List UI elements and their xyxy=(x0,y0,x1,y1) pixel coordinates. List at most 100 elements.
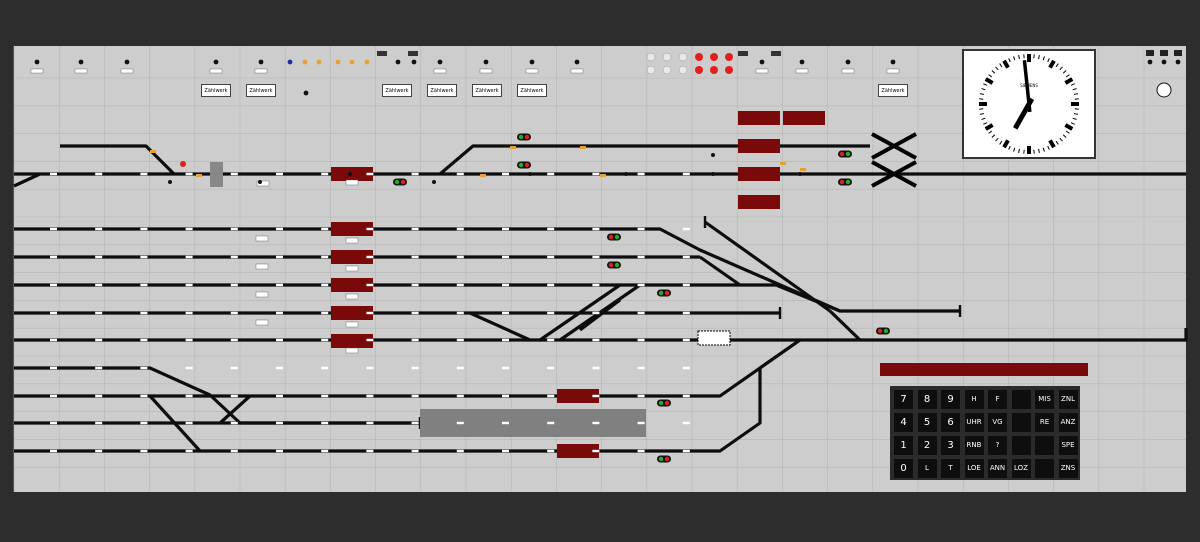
clock-tick xyxy=(1073,93,1079,95)
keypad-key[interactable]: L xyxy=(917,459,937,478)
indicator-label-plate xyxy=(886,68,900,74)
keypad-key[interactable]: SPE xyxy=(1058,436,1078,455)
signal-icon[interactable] xyxy=(876,327,890,335)
signal-icon[interactable] xyxy=(657,399,671,407)
keypad-key[interactable]: UHR xyxy=(964,413,984,432)
indicator-label-plate xyxy=(755,68,769,74)
track-joint xyxy=(411,311,419,315)
signal-icon[interactable] xyxy=(838,150,852,158)
track-joint xyxy=(140,338,148,342)
track-joint xyxy=(411,172,419,176)
keypad-key[interactable]: ANZ xyxy=(1058,413,1078,432)
track-joint xyxy=(637,172,645,176)
keypad-key[interactable] xyxy=(1011,390,1031,409)
indicator-label-plate xyxy=(570,68,584,74)
keypad-key[interactable]: RE xyxy=(1035,413,1054,432)
signal-icon[interactable] xyxy=(517,133,531,141)
track-joint xyxy=(592,366,600,370)
track-joint xyxy=(592,449,600,453)
track-joint xyxy=(637,311,645,315)
signal-icon[interactable] xyxy=(607,261,621,269)
switch-icon xyxy=(210,162,223,187)
track-joint xyxy=(637,338,645,342)
indicator-lamp xyxy=(349,59,355,65)
track-joint xyxy=(276,227,283,231)
clock-tick xyxy=(1059,66,1063,71)
keypad-key[interactable]: 2 xyxy=(917,436,937,455)
keypad-key[interactable]: ? xyxy=(988,436,1007,455)
clock-tick xyxy=(1064,77,1074,85)
counter-button[interactable]: Zählwerk xyxy=(201,84,231,97)
keypad-key[interactable]: LOZ xyxy=(1011,459,1031,478)
track-joint xyxy=(456,449,464,453)
keypad-key[interactable]: 4 xyxy=(894,413,913,432)
indicator-lamp xyxy=(316,59,322,65)
keypad-key[interactable]: 7 xyxy=(894,390,913,409)
clock-tick xyxy=(981,88,986,91)
keypad-key[interactable]: 9 xyxy=(941,390,960,409)
track-joint xyxy=(411,255,419,259)
keypad-key[interactable]: H xyxy=(964,390,984,409)
track-joint xyxy=(411,421,419,425)
keypad-key[interactable]: ZNL xyxy=(1058,390,1078,409)
track-joint xyxy=(637,366,645,370)
keypad-key[interactable]: 8 xyxy=(917,390,937,409)
track-joint xyxy=(456,394,464,398)
signal-icon[interactable] xyxy=(657,289,671,297)
keypad-key[interactable]: 6 xyxy=(941,413,960,432)
track-joint xyxy=(50,172,57,176)
track-joint xyxy=(592,172,600,176)
signal-icon[interactable] xyxy=(517,161,531,169)
counter-button[interactable]: Zählwerk xyxy=(472,84,502,97)
indicator-label-plate xyxy=(30,68,44,74)
indicator-lamp xyxy=(124,59,130,65)
track-joint xyxy=(140,366,148,370)
keypad-key[interactable]: 1 xyxy=(894,436,913,455)
track-joint xyxy=(366,421,374,425)
track-joint xyxy=(456,283,464,287)
counter-button[interactable]: Zählwerk xyxy=(517,84,547,97)
keypad-key[interactable] xyxy=(1035,459,1054,478)
track-joint xyxy=(140,255,148,259)
track-joint xyxy=(185,255,193,259)
keypad-key[interactable]: 5 xyxy=(917,413,937,432)
track-joint xyxy=(682,172,690,176)
indicator-label-plate xyxy=(841,68,855,74)
clock-tick xyxy=(1055,140,1059,145)
counter-button[interactable]: Zählwerk xyxy=(878,84,908,97)
signal-icon[interactable] xyxy=(393,178,407,186)
counter-button[interactable]: Zählwerk xyxy=(382,84,412,97)
indicator-plate xyxy=(1174,50,1182,56)
keypad-key[interactable] xyxy=(1011,436,1031,455)
station-clock: SIEMENS xyxy=(962,49,1096,159)
track-joint xyxy=(140,283,148,287)
keypad-key[interactable]: 0 xyxy=(894,459,913,478)
signal-icon[interactable] xyxy=(657,455,671,463)
keypad-key[interactable]: ZNS xyxy=(1058,459,1078,478)
signal-icon[interactable] xyxy=(607,233,621,241)
keypad-key[interactable]: 3 xyxy=(941,436,960,455)
keypad-key[interactable]: RNB xyxy=(964,436,984,455)
counter-button[interactable]: Zählwerk xyxy=(246,84,276,97)
track-joint xyxy=(185,366,193,370)
keypad-key[interactable] xyxy=(1011,413,1031,432)
track-joint xyxy=(366,366,374,370)
keypad-key[interactable]: T xyxy=(941,459,960,478)
clock-tick xyxy=(1072,88,1077,91)
clock-tick xyxy=(1008,58,1011,63)
signal-lamp xyxy=(658,456,664,462)
counter-button[interactable]: Zählwerk xyxy=(427,84,457,97)
keypad-key[interactable]: VG xyxy=(988,413,1007,432)
track xyxy=(14,227,960,313)
keypad-key[interactable]: F xyxy=(988,390,1007,409)
keypad-key[interactable]: LOE xyxy=(964,459,984,478)
signal-lamp xyxy=(400,179,406,185)
keypad-key[interactable]: MIS xyxy=(1035,390,1054,409)
keypad-key[interactable] xyxy=(1035,436,1054,455)
indicator-plate xyxy=(1146,50,1154,56)
signal-icon[interactable] xyxy=(838,178,852,186)
occupied-block xyxy=(783,111,825,125)
keypad-key[interactable]: ANN xyxy=(988,459,1007,478)
track-joint xyxy=(502,227,509,231)
track-joint xyxy=(456,172,464,176)
